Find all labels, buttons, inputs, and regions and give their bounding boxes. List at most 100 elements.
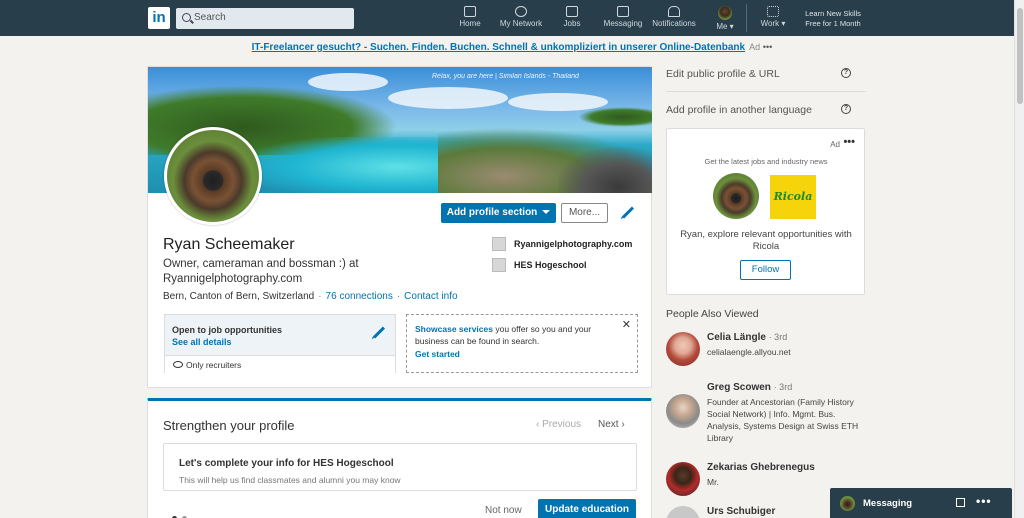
- nav-messaging[interactable]: Messaging: [603, 4, 643, 34]
- nav-work[interactable]: Work ▾: [756, 4, 790, 34]
- nav-divider: [746, 4, 747, 32]
- connections-link[interactable]: 76 connections: [326, 291, 393, 302]
- next-button[interactable]: Next ›: [598, 419, 625, 430]
- profile-photo[interactable]: [164, 127, 262, 225]
- see-all-details-link[interactable]: See all details: [172, 337, 232, 347]
- visibility-row: Only recruiters: [165, 355, 395, 373]
- nav-work-label: Work ▾: [760, 19, 786, 28]
- next-label: Next: [598, 419, 619, 430]
- person-description: celialaengle.allyou.net: [707, 347, 791, 357]
- follow-button[interactable]: Follow: [740, 260, 791, 280]
- complete-info-card: Let's complete your info for HES Hogesch…: [163, 443, 637, 491]
- person-name: Urs Schubiger: [707, 506, 776, 517]
- get-started-link[interactable]: Get started: [415, 349, 460, 359]
- sponsored-ad-card: Ad ••• Get the latest jobs and industry …: [666, 128, 865, 295]
- linkedin-logo[interactable]: in: [148, 7, 170, 29]
- school-label: HES Hogeschool: [514, 260, 587, 270]
- nav-me[interactable]: Me ▾: [710, 4, 740, 34]
- person-avatar: [666, 332, 700, 366]
- ad-label: Ad: [830, 140, 840, 149]
- compose-icon[interactable]: [956, 498, 965, 507]
- search-input[interactable]: Search: [176, 8, 354, 29]
- ricola-logo[interactable]: Ricola: [770, 175, 816, 219]
- nav-notifications-label: Notifications: [652, 19, 696, 28]
- grid-icon: [767, 6, 779, 17]
- add-language-profile-link[interactable]: Add profile in another language: [666, 104, 812, 116]
- ad-more-icon[interactable]: •••: [843, 136, 855, 148]
- contact-info-link[interactable]: Contact info: [404, 291, 457, 302]
- carousel-dots: [172, 508, 192, 518]
- nav-jobs[interactable]: Jobs: [560, 4, 584, 34]
- top-nav-bar: in Search Home My Network Jobs Messaging…: [0, 0, 1024, 36]
- eye-icon: [173, 361, 183, 368]
- bell-icon: [668, 6, 680, 17]
- showcase-text: Showcase services you offer so you and y…: [415, 323, 615, 347]
- banner-caption: Relax, you are here | Similan Islands - …: [432, 73, 579, 80]
- rocks-shape: [558, 147, 652, 193]
- messaging-label: Messaging: [863, 498, 913, 509]
- search-icon: [182, 13, 191, 22]
- nav-home[interactable]: Home: [457, 4, 483, 34]
- nav-my-network-label: My Network: [499, 19, 543, 28]
- cloud-shape: [388, 87, 508, 109]
- edit-intro-pencil-icon[interactable]: [621, 206, 635, 219]
- home-icon: [464, 6, 476, 17]
- more-button[interactable]: More...: [561, 203, 608, 223]
- separator-dot: ·: [396, 291, 401, 302]
- person-avatar: [666, 462, 700, 496]
- update-education-button[interactable]: Update education: [538, 499, 636, 518]
- profile-location: Bern, Canton of Bern, Switzerland: [163, 291, 315, 302]
- person-name: Greg Scowen · 3rd: [707, 382, 792, 393]
- strengthen-title: Strengthen your profile: [163, 418, 295, 433]
- messaging-bar[interactable]: Messaging •••: [830, 488, 1012, 518]
- person-name: Celia Längle · 3rd: [707, 332, 787, 343]
- help-icon[interactable]: ?: [841, 68, 851, 78]
- person-name: Zekarias Ghebrenegus: [707, 462, 815, 473]
- briefcase-icon: [566, 6, 578, 17]
- person-degree: · 3rd: [773, 382, 793, 392]
- ad-banner-more-icon[interactable]: •••: [763, 42, 772, 52]
- nav-home-label: Home: [459, 19, 481, 28]
- premium-promo-link[interactable]: Learn New Skills Free for 1 Month: [803, 9, 863, 29]
- chevron-right-icon: ›: [618, 419, 625, 430]
- nav-jobs-label: Jobs: [563, 19, 581, 28]
- complete-info-subtitle: This will help us find classmates and al…: [179, 475, 401, 485]
- ad-banner-link[interactable]: IT-Freelancer gesucht? - Suchen. Finden.…: [252, 42, 745, 53]
- strengthen-profile-card: Strengthen your profile ‹ Previous Next …: [147, 398, 652, 518]
- profile-top-card: Relax, you are here | Similan Islands - …: [147, 66, 652, 388]
- edit-job-prefs-pencil-icon[interactable]: [372, 326, 386, 339]
- visibility-label: Only recruiters: [186, 360, 242, 370]
- people-icon: [515, 6, 527, 17]
- edit-public-profile-link[interactable]: Edit public profile & URL: [666, 68, 780, 80]
- add-profile-section-label: Add profile section: [446, 207, 538, 218]
- me-text: Me: [716, 22, 728, 31]
- chat-icon: [617, 6, 629, 17]
- work-text: Work: [760, 19, 780, 28]
- person-card[interactable]: Greg Scowen · 3rd Founder at Ancestorian…: [666, 382, 866, 452]
- scrollbar-thumb[interactable]: [1017, 8, 1023, 104]
- add-profile-section-button[interactable]: Add profile section: [441, 203, 556, 223]
- page-scrollbar[interactable]: [1014, 0, 1024, 518]
- messaging-avatar: [840, 496, 855, 511]
- ad-message: Ryan, explore relevant opportunities wit…: [680, 229, 852, 252]
- previous-button[interactable]: ‹ Previous: [536, 419, 581, 430]
- messaging-more-icon[interactable]: •••: [976, 494, 992, 508]
- nav-my-network[interactable]: My Network: [498, 4, 544, 34]
- showcase-services-box: Showcase services you offer so you and y…: [406, 314, 638, 373]
- website-label: Ryannigelphotography.com: [514, 239, 633, 249]
- me-avatar: [718, 6, 732, 20]
- profile-location-line: Bern, Canton of Bern, Switzerland · 76 con…: [163, 291, 458, 302]
- complete-info-title: Let's complete your info for HES Hogesch…: [179, 458, 394, 469]
- close-icon[interactable]: ✕: [622, 318, 631, 331]
- divider: [666, 91, 866, 92]
- person-card[interactable]: Celia Längle · 3rd celialaengle.allyou.n…: [666, 332, 866, 372]
- people-also-viewed-title: People Also Viewed: [666, 308, 759, 320]
- nav-notifications[interactable]: Notifications: [651, 4, 697, 34]
- island-shape: [578, 107, 652, 127]
- caret-down-icon: [542, 210, 551, 215]
- help-icon[interactable]: ?: [841, 104, 851, 114]
- open-to-jobs-title: Open to job opportunities: [172, 325, 282, 335]
- person-avatar: [666, 394, 700, 428]
- open-to-jobs-box: Open to job opportunities See all detail…: [164, 314, 396, 373]
- not-now-button[interactable]: Not now: [485, 505, 522, 516]
